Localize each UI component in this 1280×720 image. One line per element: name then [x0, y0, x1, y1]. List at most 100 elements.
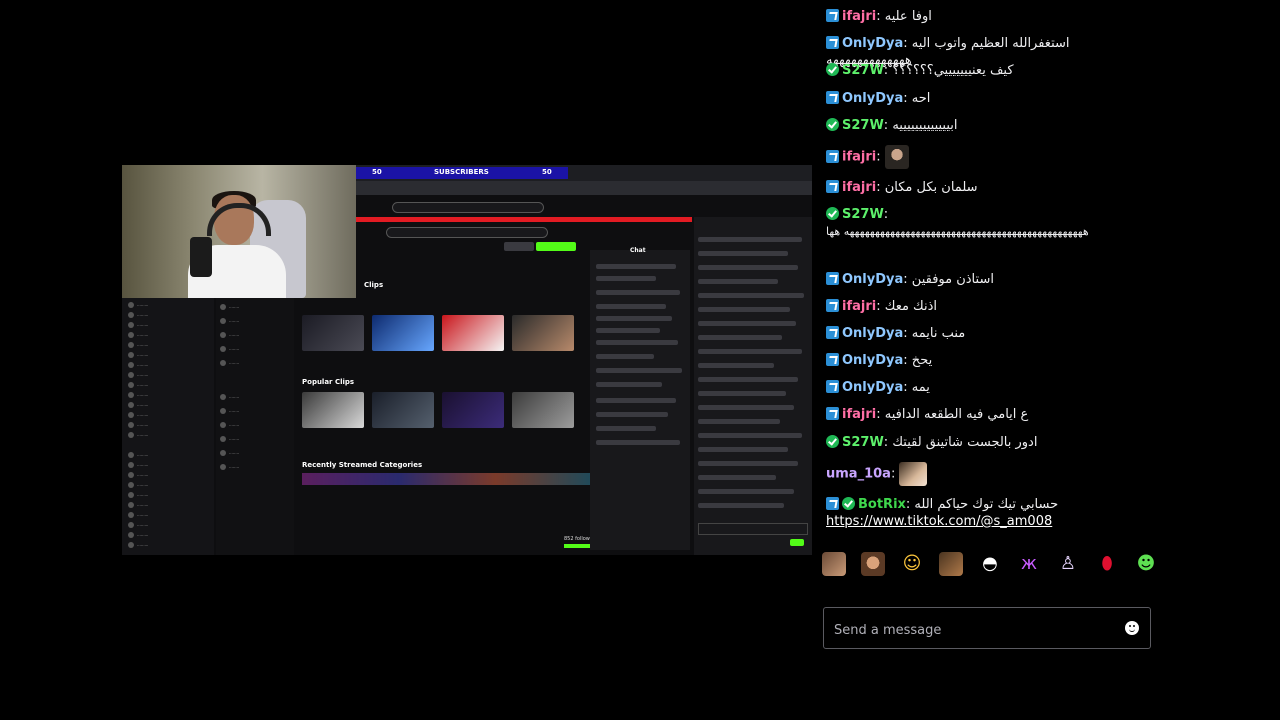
clip-thumbnail	[372, 392, 434, 428]
stream-capture: 50 SUBSCRIBERS 50 Clips Popular Clips Re…	[0, 0, 812, 720]
clip-thumbnail	[302, 315, 364, 351]
chat-message: S27W: كيف يعنيييييييي؟؟؟؟؟؟	[826, 62, 1146, 79]
chat-username[interactable]: OnlyDya	[842, 353, 903, 368]
gift-subs-button-capture	[504, 242, 534, 251]
chat-message-text: سلمان بكل مكان	[884, 180, 978, 195]
chat-username[interactable]: OnlyDya	[842, 91, 903, 106]
arrow-badge-icon	[826, 326, 839, 339]
subscribers-left-count: 50	[372, 168, 382, 176]
subscribers-right-count: 50	[542, 168, 552, 176]
chat-username[interactable]: BotRix	[858, 497, 906, 512]
chat-username[interactable]: ifajri	[842, 9, 876, 24]
man-emote-icon[interactable]	[861, 552, 885, 576]
portrait-emote-icon[interactable]	[939, 552, 963, 576]
chat-username[interactable]: ifajri	[842, 299, 876, 314]
webcam-overlay	[122, 165, 356, 298]
arrow-badge-icon	[826, 36, 839, 49]
clip-thumbnail	[372, 315, 434, 351]
chat-username[interactable]: uma_10a	[826, 467, 891, 482]
chat-message: OnlyDya: يحخ	[826, 352, 1146, 369]
clip-thumbnail	[442, 315, 504, 351]
clip-thumbnail	[302, 392, 364, 428]
arrow-badge-icon	[826, 91, 839, 104]
chat-username[interactable]: ifajri	[842, 180, 876, 195]
chat-username[interactable]: OnlyDya	[842, 326, 903, 341]
chat-message: S27W: ادور بالجست شاتينق لقيتك	[826, 434, 1146, 451]
subscribers-goal-bar: 50 SUBSCRIBERS 50	[356, 167, 568, 179]
top-search-box	[392, 202, 544, 213]
chat-message: S27W: هههههههههههههههههههههههههههههههههه…	[826, 206, 1146, 240]
smile-emote-icon[interactable]: ☺	[900, 552, 924, 576]
chat-message-text: منب نايمه	[911, 326, 966, 341]
chat-message: ifajri: ع ايامي فيه الطقعه الدافيه	[826, 406, 1146, 423]
chat-message-text: يمه	[911, 380, 930, 395]
chat-message: ifajri:	[826, 145, 1146, 169]
cat-emote-icon[interactable]: ◓	[978, 552, 1002, 576]
categories-strip	[302, 473, 592, 485]
halo-emote-icon[interactable]: ☻	[1134, 552, 1158, 576]
verified-badge-icon	[826, 118, 839, 131]
message-box	[823, 607, 1151, 649]
clip-thumbnail	[512, 315, 574, 351]
subscribe-button-capture	[536, 242, 576, 251]
clip-thumbnail	[512, 392, 574, 428]
smiley-icon[interactable]	[1125, 621, 1139, 635]
chat-capture-small: Chat	[590, 247, 690, 550]
arrow-badge-icon	[826, 180, 839, 193]
face-emote-icon[interactable]	[822, 552, 846, 576]
chat-message-text: ع ايامي فيه الطقعه الدافيه	[884, 407, 1029, 422]
chat-message: ifajri: اوفا عليه	[826, 8, 1146, 25]
chat-label-capture: Chat	[630, 247, 646, 254]
chat-message-text: يحخ	[911, 353, 933, 368]
arrow-badge-icon	[826, 353, 839, 366]
chat-username[interactable]: S27W	[842, 118, 884, 133]
subscribers-label: SUBSCRIBERS	[434, 168, 489, 176]
chat-username[interactable]: OnlyDya	[842, 36, 903, 51]
page-search-box	[386, 227, 548, 238]
chat-message-text: كيف يعنيييييييي؟؟؟؟؟؟	[892, 63, 1014, 78]
arrow-badge-icon	[826, 407, 839, 420]
chat-username[interactable]: S27W	[842, 207, 884, 222]
red-banner-bar	[356, 217, 692, 222]
chat-message-text: ابيييييييييييييه	[892, 118, 958, 133]
chat-username[interactable]: OnlyDya	[842, 272, 903, 287]
ruby-emote-icon[interactable]: ⬮	[1095, 552, 1119, 576]
chat-username[interactable]: ifajri	[842, 407, 876, 422]
butterfly-emote-icon[interactable]: ж	[1017, 552, 1041, 576]
chat-username[interactable]: S27W	[842, 435, 884, 450]
chat-panel: ifajri: اوفا عليه OnlyDya: استغفرالله ال…	[812, 0, 1280, 720]
arrow-badge-icon	[826, 497, 839, 510]
chat-message-text: ادور بالجست شاتينق لقيتك	[892, 435, 1038, 450]
clip-thumbnail	[442, 392, 504, 428]
chat-message: OnlyDya: احه	[826, 90, 1146, 107]
tiktok-link[interactable]: https://www.tiktok.com/@s_am008	[826, 514, 1052, 529]
browser-address-bar	[356, 181, 812, 195]
chat-message: ifajri: سلمان بكل مكان	[826, 179, 1146, 196]
chat-message-input[interactable]	[832, 620, 1116, 640]
arrow-badge-icon	[826, 299, 839, 312]
chat-capture-send	[790, 539, 804, 546]
verified-badge-icon	[826, 207, 839, 220]
chat-username[interactable]: OnlyDya	[842, 380, 903, 395]
hand-emote-icon	[899, 462, 928, 486]
chat-message: S27W: ابيييييييييييييه	[826, 117, 1146, 134]
popular-clips-heading: Popular Clips	[302, 378, 355, 386]
chat-capture-input	[698, 523, 808, 535]
chat-message: OnlyDya: يمه	[826, 379, 1146, 396]
recommended-sidebar: ........ ........ ........ ........ ....…	[216, 298, 294, 555]
chat-username[interactable]: ifajri	[842, 150, 876, 165]
chat-username[interactable]: S27W	[842, 63, 884, 78]
ghost-emote-icon[interactable]: ♙	[1056, 552, 1080, 576]
arrow-badge-icon	[826, 9, 839, 22]
chat-message: OnlyDya: استاذن موفقين	[826, 271, 1146, 288]
clips-heading: Clips	[364, 281, 384, 289]
chat-message-text: هههههههههههههههههههههههههههههههههههههههه…	[826, 225, 1089, 238]
chat-message: ifajri: اذنك معك	[826, 298, 1146, 315]
verified-badge-icon	[842, 497, 855, 510]
chat-message: OnlyDya: منب نايمه	[826, 325, 1146, 342]
recent-categories-heading: Recently Streamed Categories	[302, 461, 423, 469]
verified-badge-icon	[826, 435, 839, 448]
chat-message-text: احه	[911, 91, 931, 106]
chat-message-text: اوفا عليه	[884, 9, 932, 24]
verified-badge-icon	[826, 63, 839, 76]
